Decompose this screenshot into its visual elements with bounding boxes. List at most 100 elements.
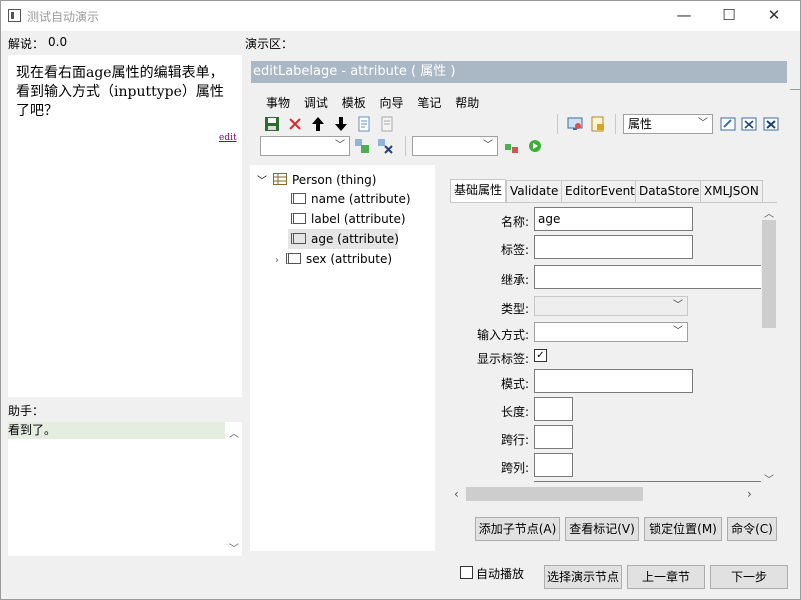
play-icon[interactable] [527, 138, 543, 154]
view-marks-button[interactable]: 查看标记(V) [565, 517, 639, 541]
autoplay-checkbox[interactable] [460, 566, 473, 579]
monitor-icon[interactable] [567, 116, 583, 132]
toolbar-separator [557, 114, 558, 134]
rowspan-label: 跨行: [500, 433, 529, 447]
menu-item-shiwu[interactable]: 事物 [266, 96, 290, 110]
colspan-label: 跨列: [500, 461, 529, 475]
menu-item-help[interactable]: 帮助 [455, 96, 479, 110]
tree-item-name[interactable]: name (attribute) [291, 192, 411, 206]
demo-label: 演示区： [245, 37, 294, 51]
collapse-icon[interactable]: ﹀ [257, 176, 267, 187]
arrow-up-icon[interactable] [310, 116, 326, 132]
pattern-field[interactable] [534, 369, 693, 393]
attribute-combo[interactable]: 属性 ﹀ [623, 114, 713, 134]
attribute-icon [286, 253, 301, 264]
length-label: 长度: [500, 405, 529, 419]
form-vscrollbar[interactable]: ︿ ﹀ [761, 203, 777, 486]
assistant-panel: 看到了。 ︿ ﹀ [8, 422, 242, 556]
vscroll-thumb[interactable] [762, 220, 776, 328]
left-combo[interactable]: ﹀ [260, 136, 350, 156]
tree-add-icon[interactable] [354, 138, 370, 154]
demo-header: editLabelage - attribute ( 属性 ) [251, 61, 787, 83]
scroll-up-icon[interactable]: ︿ [764, 205, 774, 220]
toolbar-separator-3 [405, 136, 406, 156]
page-icon[interactable] [379, 116, 395, 132]
tree-root[interactable]: ﹀ Person (thing) [257, 172, 376, 187]
chevron-down-icon-input: ﹀ [673, 326, 683, 337]
tree-item-label-attr[interactable]: label (attribute) [291, 212, 406, 226]
edit-link[interactable]: edit [219, 133, 237, 143]
select-node-button[interactable]: 选择演示节点 [544, 565, 622, 589]
scroll-left-icon[interactable]: ‹ [454, 487, 459, 501]
inputtype-select[interactable]: ﹀ [534, 322, 688, 342]
arrow-down-icon[interactable] [333, 116, 349, 132]
tree-item-label: age (attribute) [311, 232, 399, 246]
assistant-label: 助手： [8, 404, 45, 418]
scroll-down-icon[interactable]: ﹀ [229, 540, 239, 555]
step-icon[interactable] [504, 138, 520, 154]
tab-validate[interactable]: Validate [506, 180, 563, 202]
tag-label: 标签: [500, 243, 529, 257]
explain-panel: 现在看右面age属性的编辑表单，看到输入方式（inputtype）属性了吧？ e… [8, 55, 242, 397]
autoplay-label: 自动播放 [476, 567, 525, 581]
hscroll-thumb[interactable] [466, 487, 643, 501]
app-window: 测试自动演示 — ☐ ✕ 解说： 0.0 现在看右面age属性的编辑表单，看到输… [0, 0, 801, 600]
tree-remove-icon[interactable] [377, 138, 393, 154]
assistant-line: 看到了。 [8, 422, 225, 439]
save-icon[interactable] [264, 116, 280, 132]
next-field-edge [534, 481, 761, 485]
lock-position-button[interactable]: 锁定位置(M) [644, 517, 722, 541]
tag-field[interactable] [534, 235, 693, 259]
minimize-button[interactable]: — [661, 1, 707, 31]
name-field[interactable]: age [534, 207, 693, 231]
chevron-down-icon-right: ﹀ [483, 140, 493, 151]
maximize-button[interactable]: ☐ [706, 1, 752, 31]
tab-basic[interactable]: 基础属性 [450, 179, 507, 203]
menu-item-debug[interactable]: 调试 [304, 96, 328, 110]
tab-xmljson[interactable]: XMLJSON [700, 180, 763, 202]
length-field[interactable] [534, 397, 573, 421]
document-icon[interactable] [356, 116, 372, 132]
menu-bar: 事物 调试 模板 向导 笔记 帮助 [266, 94, 489, 111]
edit-window-icon[interactable] [720, 116, 736, 132]
expand-icon[interactable]: › [275, 255, 279, 266]
next-step-button[interactable]: 下一步 [710, 565, 788, 589]
tree-item-label: sex (attribute) [306, 252, 393, 266]
add-child-button[interactable]: 添加子节点(A) [475, 517, 560, 541]
type-select[interactable]: ﹀ [534, 296, 688, 316]
menu-item-notes[interactable]: 笔记 [417, 96, 441, 110]
name-label: 名称: [500, 215, 529, 229]
close-window-icon[interactable] [741, 116, 757, 132]
menu-item-wizard[interactable]: 向导 [380, 96, 404, 110]
inherit-label: 继承: [500, 273, 529, 287]
rowspan-field[interactable] [534, 425, 573, 449]
close-all-icon[interactable] [763, 116, 779, 132]
show-label-checkbox[interactable]: ✓ [534, 349, 547, 362]
lock-doc-icon[interactable] [590, 116, 606, 132]
chevron-down-icon-left: ﹀ [335, 140, 345, 151]
scroll-up-icon[interactable]: ︿ [229, 425, 239, 440]
prev-chapter-button[interactable]: 上一章节 [627, 565, 705, 589]
tree-item-label: name (attribute) [311, 192, 411, 206]
close-button[interactable]: ✕ [751, 1, 797, 31]
attribute-combo-value: 属性 [628, 117, 653, 131]
command-button[interactable]: 命令(C) [727, 517, 777, 541]
scroll-right-icon[interactable]: › [747, 487, 752, 501]
tree-item-sex[interactable]: › sex (attribute) [275, 252, 392, 266]
title-bar: 测试自动演示 — ☐ ✕ [1, 1, 800, 31]
tab-datastore[interactable]: DataStore [635, 180, 704, 202]
inherit-field[interactable] [534, 265, 761, 289]
app-icon [8, 9, 21, 22]
scroll-down-icon[interactable]: ﹀ [764, 471, 774, 486]
colspan-field[interactable] [534, 453, 573, 477]
form-hscrollbar[interactable]: ‹ › [450, 486, 761, 502]
right-combo[interactable]: ﹀ [412, 136, 498, 156]
tree-root-label: Person (thing) [292, 173, 377, 187]
delete-icon[interactable] [287, 116, 303, 132]
tree-item-label: label (attribute) [311, 212, 406, 226]
menu-item-template[interactable]: 模板 [342, 96, 366, 110]
toolbar-separator-2 [615, 114, 616, 134]
tab-editorevent[interactable]: EditorEvent [561, 180, 639, 202]
tree-item-age[interactable]: age (attribute) [288, 229, 399, 249]
attribute-icon [291, 213, 306, 224]
